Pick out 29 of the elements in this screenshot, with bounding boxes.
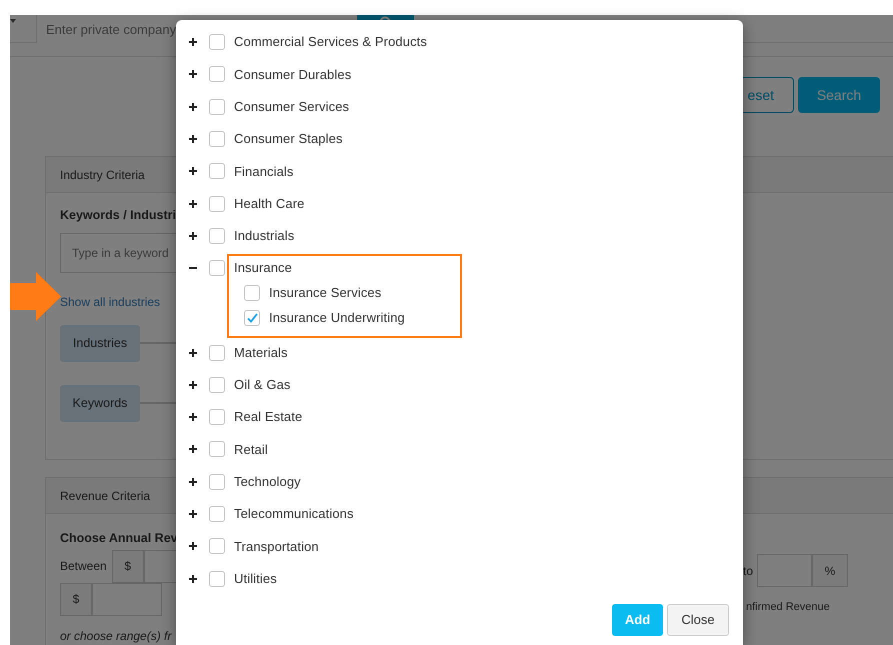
percent-addon: %	[812, 554, 848, 587]
currency-addon: $	[60, 582, 92, 616]
industry-label: Real Estate	[234, 408, 302, 426]
field-label: Choose Annual Rev	[60, 530, 179, 547]
industry-label: Industrials	[234, 227, 294, 246]
industry-label: Insurance Underwriting	[269, 309, 405, 328]
industry-label: Consumer Durables	[234, 66, 352, 84]
industry-label: Materials	[234, 344, 288, 362]
industry-label: Telecommunications	[234, 505, 354, 524]
industry-label: Commercial Services & Products	[234, 33, 427, 52]
panel-title: Industry Criteria	[60, 166, 145, 184]
panel-title: Revenue Criteria	[60, 488, 150, 504]
industry-label: Insurance	[234, 259, 292, 278]
industry-label: Technology	[234, 472, 301, 491]
field-label: to	[743, 562, 754, 580]
industry-label: Oil & Gas	[234, 376, 291, 394]
industry-label: Consumer Services	[234, 98, 350, 116]
field-label: Keywords / Industri	[60, 207, 177, 224]
range-hint: or choose range(s) fr	[60, 628, 173, 645]
industry-label: Transportation	[234, 538, 319, 556]
currency-addon: $	[112, 550, 144, 583]
industry-label: Consumer Staples	[234, 130, 343, 148]
industry-label: Retail	[234, 440, 268, 459]
industry-label: Insurance Services	[269, 284, 382, 302]
industry-label: Utilities	[234, 570, 277, 588]
industry-label: Health Care	[234, 194, 304, 213]
revenue-note: nfirmed Revenue	[746, 600, 831, 615]
industry-label: Financials	[234, 162, 294, 181]
field-label: Between	[60, 558, 107, 576]
